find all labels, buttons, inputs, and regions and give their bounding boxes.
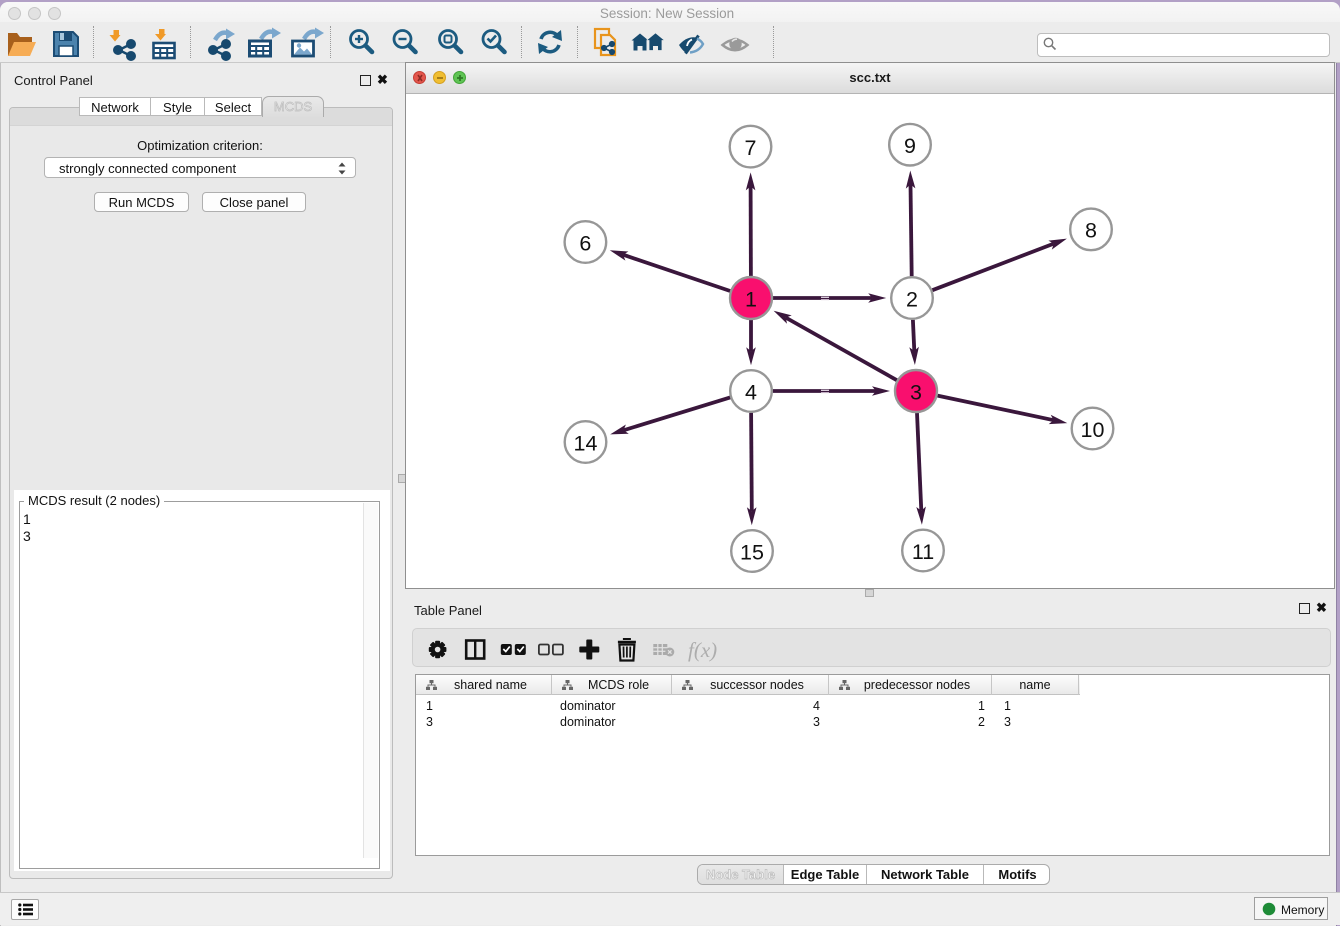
svg-text:1: 1	[745, 287, 757, 311]
svg-text:3: 3	[910, 380, 922, 404]
svg-text:6: 6	[579, 231, 591, 255]
svg-text:9: 9	[904, 134, 916, 158]
svg-text:10: 10	[1081, 418, 1105, 442]
svg-text:2: 2	[906, 287, 918, 311]
svg-text:15: 15	[740, 540, 764, 564]
svg-text:f(x): f(x)	[688, 638, 717, 662]
svg-text:8: 8	[1085, 219, 1097, 243]
svg-text:7: 7	[745, 136, 757, 160]
svg-text:14: 14	[574, 431, 598, 455]
svg-text:11: 11	[912, 540, 934, 564]
svg-text:4: 4	[745, 380, 757, 404]
